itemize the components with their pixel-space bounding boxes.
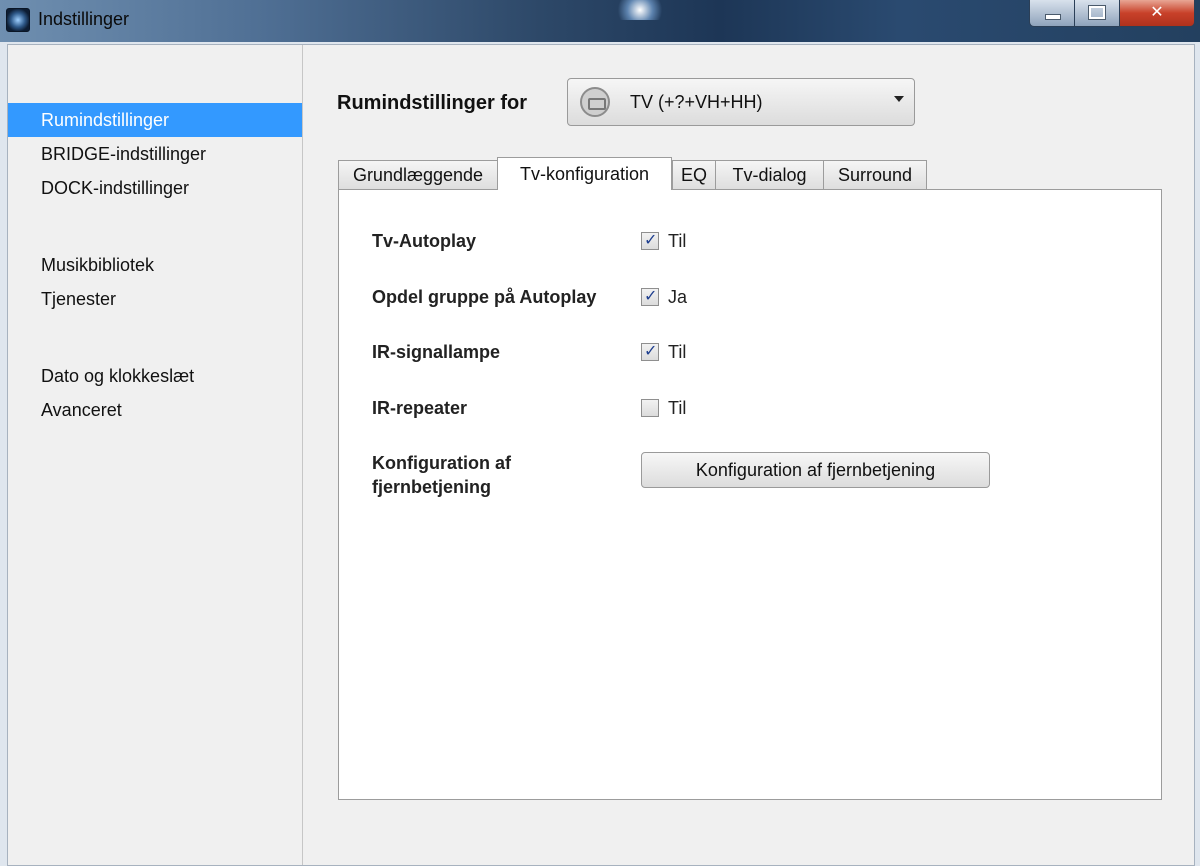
tab-eq[interactable]: EQ bbox=[672, 160, 716, 189]
sidebar-item-dato-klokkeslaet[interactable]: Dato og klokkeslæt bbox=[8, 359, 302, 393]
app-icon bbox=[6, 8, 30, 32]
checkmark-icon: ✓ bbox=[644, 286, 658, 305]
sidebar-item-bridge[interactable]: BRIDGE-indstillinger bbox=[8, 137, 302, 171]
setting-label-opdel-gruppe: Opdel gruppe på Autoplay bbox=[372, 287, 597, 307]
room-label: Rumindstillinger for bbox=[337, 92, 527, 114]
setting-label-ir-signallampe: IR-signallampe bbox=[372, 342, 501, 362]
window-title: Indstillinger bbox=[38, 9, 130, 29]
close-button[interactable]: ✕ bbox=[1119, 0, 1195, 27]
tab-grundlaeggende[interactable]: Grundlæggende bbox=[338, 160, 498, 189]
room-select-value: TV (+?+VH+HH) bbox=[630, 92, 763, 112]
minimize-button[interactable] bbox=[1029, 0, 1075, 27]
checkbox-opdel-gruppe[interactable]: ✓ bbox=[641, 286, 659, 306]
sidebar-item-musikbibliotek[interactable]: Musikbibliotek bbox=[8, 248, 302, 282]
checkbox-label-ir-signallampe[interactable]: Til bbox=[668, 342, 686, 363]
room-select-dropdown[interactable]: TV (+?+VH+HH) bbox=[567, 78, 915, 126]
checkbox-tv-autoplay[interactable]: ✓ bbox=[641, 230, 659, 250]
setting-label-remote-line1: Konfiguration af bbox=[372, 453, 511, 473]
maximize-button[interactable] bbox=[1074, 0, 1120, 27]
titlebar-glow bbox=[610, 0, 670, 20]
checkbox-ir-signallampe[interactable]: ✓ bbox=[641, 341, 659, 361]
setting-label-ir-repeater: IR-repeater bbox=[372, 398, 468, 418]
checkmark-icon: ✓ bbox=[644, 230, 658, 249]
sidebar-item-tjenester[interactable]: Tjenester bbox=[8, 282, 302, 316]
checkbox-label-tv-autoplay[interactable]: Til bbox=[668, 231, 686, 252]
checkbox-label-ir-repeater[interactable]: Til bbox=[668, 398, 686, 419]
setting-label-tv-autoplay: Tv-Autoplay bbox=[372, 231, 477, 251]
tv-icon bbox=[580, 87, 610, 117]
sidebar-item-avanceret[interactable]: Avanceret bbox=[8, 393, 302, 427]
minimize-icon bbox=[1045, 14, 1061, 20]
tab-tv-dialog[interactable]: Tv-dialog bbox=[715, 160, 824, 189]
dropdown-arrow-icon bbox=[894, 96, 904, 102]
tab-surround[interactable]: Surround bbox=[823, 160, 927, 189]
checkmark-icon: ✓ bbox=[644, 341, 658, 360]
sidebar-item-rumindstillinger[interactable]: Rumindstillinger bbox=[8, 103, 302, 137]
window-frame: Rumindstillinger BRIDGE-indstillinger DO… bbox=[0, 42, 1200, 866]
sidebar-item-dock[interactable]: DOCK-indstillinger bbox=[8, 171, 302, 205]
title-bar[interactable]: Indstillinger ✕ bbox=[0, 0, 1200, 42]
close-icon: ✕ bbox=[1150, 2, 1164, 21]
tab-panel-tv-konfiguration: Tv-Autoplay ✓ Til Opdel gruppe på Autopl… bbox=[338, 189, 1162, 800]
client-area: Rumindstillinger BRIDGE-indstillinger DO… bbox=[7, 44, 1195, 866]
main-content: Rumindstillinger for TV (+?+VH+HH) Grund… bbox=[303, 45, 1193, 865]
remote-config-button[interactable]: Konfiguration af fjernbetjening bbox=[641, 452, 990, 488]
setting-label-remote-line2: fjernbetjening bbox=[372, 477, 492, 497]
tab-tv-konfiguration[interactable]: Tv-konfiguration bbox=[497, 157, 672, 190]
settings-window: Indstillinger ✕ Rumindstillinger BRIDGE-… bbox=[0, 0, 1200, 866]
maximize-icon bbox=[1088, 5, 1106, 20]
sidebar: Rumindstillinger BRIDGE-indstillinger DO… bbox=[8, 45, 303, 865]
checkbox-ir-repeater[interactable] bbox=[641, 399, 659, 417]
checkbox-label-opdel-gruppe[interactable]: Ja bbox=[668, 287, 687, 308]
